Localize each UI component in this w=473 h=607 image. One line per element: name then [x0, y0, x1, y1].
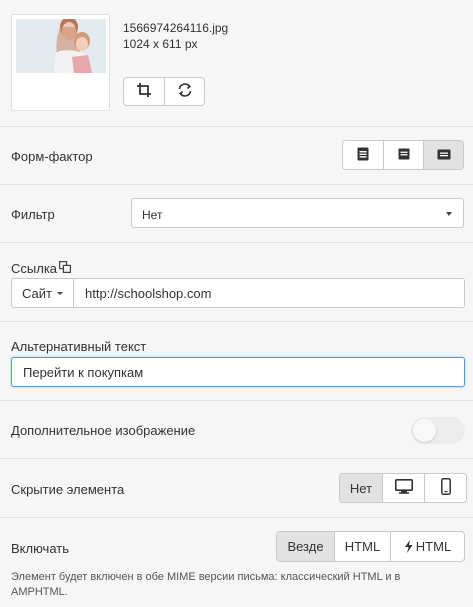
image-thumbnail	[16, 19, 106, 73]
alt-text-section: Альтернативный текст	[0, 322, 473, 401]
filter-select[interactable]: Нет	[131, 198, 464, 228]
include-everywhere-button[interactable]: Везде	[277, 532, 334, 561]
filter-value: Нет	[142, 208, 163, 222]
form-factor-toggle	[342, 140, 464, 170]
form-factor-full-button[interactable]	[343, 141, 383, 169]
link-section: Ссылка Сайт	[0, 243, 473, 322]
chevron-down-icon	[446, 212, 452, 216]
image-filename: 1566974264116.jpg	[123, 21, 229, 35]
link-field: Сайт	[11, 278, 465, 308]
include-note: Элемент будет включен в обе MIME версии …	[11, 571, 401, 598]
extra-image-section: Дополнительное изображение	[0, 401, 473, 459]
filter-label: Фильтр	[11, 207, 55, 222]
replace-image-button[interactable]	[164, 78, 204, 105]
hide-element-toggle: Нет	[339, 473, 467, 503]
alt-text-label: Альтернативный текст	[11, 339, 147, 354]
hide-desktop-button[interactable]	[382, 474, 424, 502]
chevron-down-icon	[56, 291, 63, 295]
include-toggle: Везде HTML HTML	[276, 531, 465, 562]
mobile-icon	[440, 478, 451, 498]
link-type-value: Сайт	[22, 285, 52, 301]
extra-image-label: Дополнительное изображение	[11, 423, 196, 438]
compact-width-icon	[437, 148, 451, 163]
include-amp-label: HTML	[415, 539, 452, 554]
hide-element-label: Скрытие элемента	[11, 482, 125, 497]
hide-none-button[interactable]: Нет	[340, 474, 382, 502]
hide-none-label: Нет	[349, 480, 373, 496]
include-amp-button[interactable]: HTML	[390, 532, 464, 561]
link-type-dropdown[interactable]: Сайт	[12, 279, 74, 307]
form-factor-label: Форм-фактор	[11, 149, 93, 164]
hide-element-section: Скрытие элемента Нет	[0, 459, 473, 518]
image-actions	[123, 77, 205, 106]
include-label: Включать	[11, 541, 69, 556]
include-section: Включать Везде HTML HTML Элемент будет в…	[0, 518, 473, 607]
include-everywhere-label: Везде	[287, 539, 324, 554]
copy-icon[interactable]	[59, 261, 72, 276]
medium-width-icon	[398, 148, 410, 163]
desktop-icon	[394, 479, 413, 497]
toggle-knob	[413, 419, 436, 442]
crop-button[interactable]	[124, 78, 164, 105]
alt-text-input[interactable]	[11, 357, 465, 387]
form-factor-compact-button[interactable]	[423, 141, 463, 169]
hide-mobile-button[interactable]	[424, 474, 466, 502]
lightning-icon	[404, 540, 413, 553]
filter-section: Фильтр Нет	[0, 185, 473, 243]
include-html-label: HTML	[344, 539, 381, 554]
image-section: 1566974264116.jpg 1024 x 611 px	[0, 0, 473, 127]
image-thumbnail-frame[interactable]	[11, 14, 110, 111]
form-factor-medium-button[interactable]	[383, 141, 423, 169]
link-url-input[interactable]	[74, 279, 464, 307]
crop-icon	[136, 82, 152, 101]
full-width-icon	[357, 147, 369, 164]
refresh-icon	[177, 82, 193, 101]
link-label: Ссылка	[11, 261, 58, 276]
include-html-button[interactable]: HTML	[334, 532, 390, 561]
image-dimensions: 1024 x 611 px	[123, 37, 198, 51]
extra-image-toggle[interactable]	[411, 417, 465, 444]
form-factor-section: Форм-фактор	[0, 127, 473, 185]
